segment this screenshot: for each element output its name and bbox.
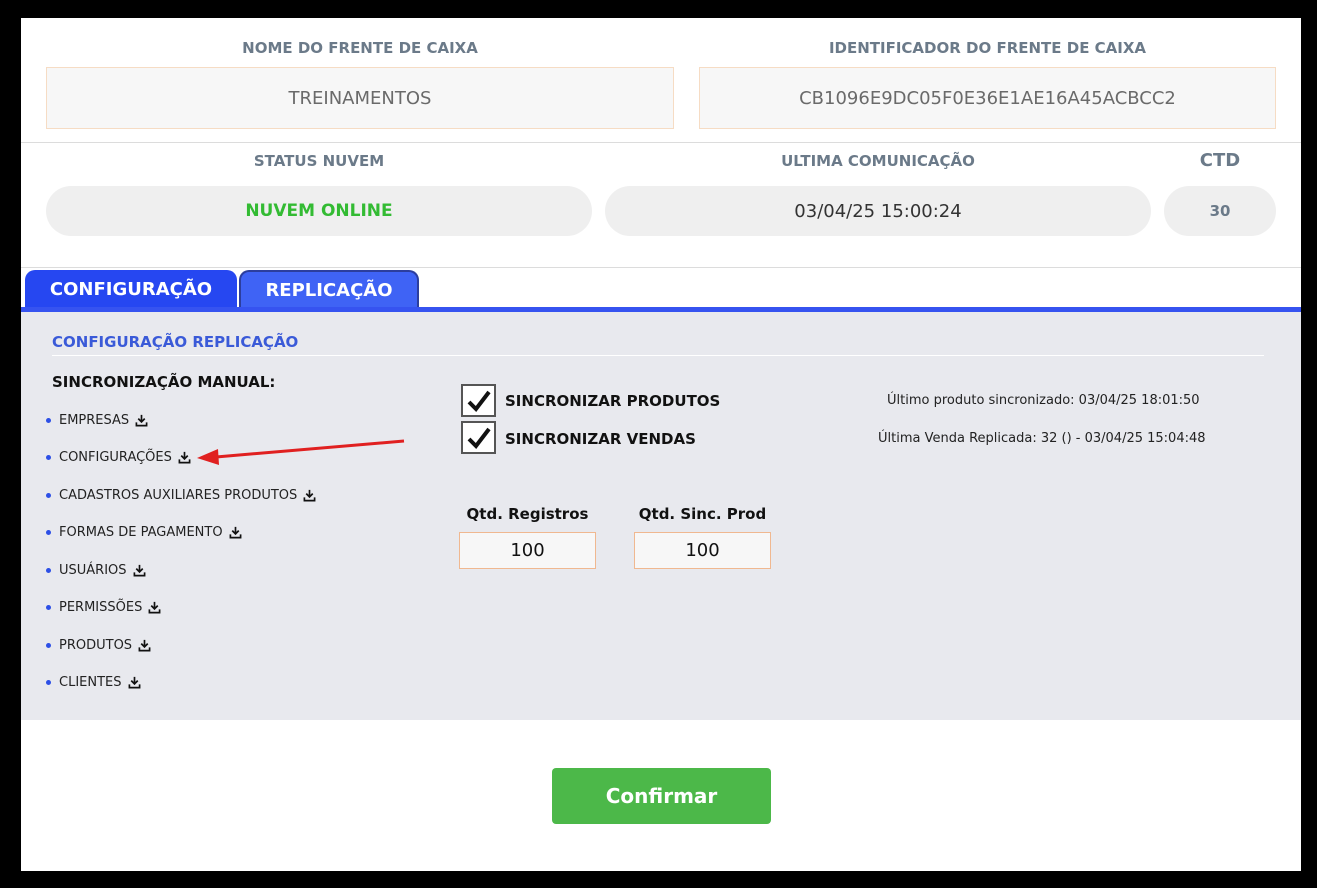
replication-dialog: NOME DO FRENTE DE CAIXA TREINAMENTOS IDE… [21,18,1301,871]
sync-item-configuracoes[interactable]: CONFIGURAÇÕES [46,450,191,465]
sync-item-label: CLIENTES [59,675,122,690]
sync-item-label: FORMAS DE PAGAMENTO [59,525,223,540]
cloud-status-badge: NUVEM ONLINE [46,186,592,236]
divider [21,267,1301,268]
download-icon[interactable] [138,639,151,652]
sync-item-label: CONFIGURAÇÕES [59,450,172,465]
ctd-label: CTD [1199,150,1241,171]
sync-item-label: EMPRESAS [59,413,130,428]
download-icon[interactable] [133,564,146,577]
download-icon[interactable] [135,414,148,427]
bullet [46,605,51,610]
sync-item-cadastros-auxiliares[interactable]: CADASTROS AUXILIARES PRODUTOS [46,488,316,503]
sync-item-permissoes[interactable]: PERMISSÕES [46,600,161,615]
section-divider [52,355,1264,356]
sync-sales-label: SINCRONIZAR VENDAS [505,430,696,448]
pos-name-label: NOME DO FRENTE DE CAIXA [242,39,478,57]
download-icon[interactable] [178,451,191,464]
qtd-sinc-prod-input[interactable] [634,532,771,569]
sync-sales-checkbox[interactable] [461,421,496,454]
divider [21,142,1301,143]
download-icon[interactable] [303,489,316,502]
pos-name-field[interactable]: TREINAMENTOS [46,67,674,129]
sync-item-label: USUÁRIOS [59,563,127,578]
sync-item-label: PRODUTOS [59,638,133,653]
sync-item-label: CADASTROS AUXILIARES PRODUTOS [59,488,298,503]
sync-item-formas-pagamento[interactable]: FORMAS DE PAGAMENTO [46,525,242,540]
bullet [46,418,51,423]
download-icon[interactable] [148,601,161,614]
bullet [46,568,51,573]
last-communication-value: 03/04/25 15:00:24 [605,186,1151,236]
bullet [46,643,51,648]
pos-id-label: IDENTIFICADOR DO FRENTE DE CAIXA [828,39,1147,57]
section-title: CONFIGURAÇÃO REPLICAÇÃO [52,333,299,351]
bullet [46,455,51,460]
download-icon[interactable] [128,676,141,689]
sync-item-produtos[interactable]: PRODUTOS [46,638,151,653]
tab-configuracao[interactable]: CONFIGURAÇÃO [25,270,237,308]
tab-replicacao[interactable]: REPLICAÇÃO [239,270,419,308]
download-icon[interactable] [229,526,242,539]
ctd-value: 30 [1164,186,1276,236]
qtd-sinc-prod-label: Qtd. Sinc. Prod [638,505,767,523]
manual-sync-title: SINCRONIZAÇÃO MANUAL: [52,373,276,391]
last-sale-info: Última Venda Replicada: 32 () - 03/04/25… [878,431,1206,446]
checkmark-icon [467,390,491,412]
sync-products-checkbox[interactable] [461,384,496,417]
sync-item-clientes[interactable]: CLIENTES [46,675,141,690]
confirm-button[interactable]: Confirmar [552,768,771,824]
qtd-registros-label: Qtd. Registros [466,505,589,523]
last-product-info: Último produto sincronizado: 03/04/25 18… [887,393,1200,408]
qtd-registros-input[interactable] [459,532,596,569]
checkmark-icon [467,427,491,449]
sync-products-label: SINCRONIZAR PRODUTOS [505,392,721,410]
bullet [46,530,51,535]
last-communication-label: ULTIMA COMUNICAÇÃO [781,152,975,170]
replication-content: CONFIGURAÇÃO REPLICAÇÃO SINCRONIZAÇÃO MA… [21,312,1301,720]
bullet [46,680,51,685]
bullet [46,493,51,498]
sync-item-empresas[interactable]: EMPRESAS [46,413,148,428]
pos-id-field[interactable]: CB1096E9DC05F0E36E1AE16A45ACBCC2 [699,67,1276,129]
sync-item-label: PERMISSÕES [59,600,143,615]
cloud-status-label: STATUS NUVEM [253,152,385,170]
sync-item-usuarios[interactable]: USUÁRIOS [46,563,146,578]
